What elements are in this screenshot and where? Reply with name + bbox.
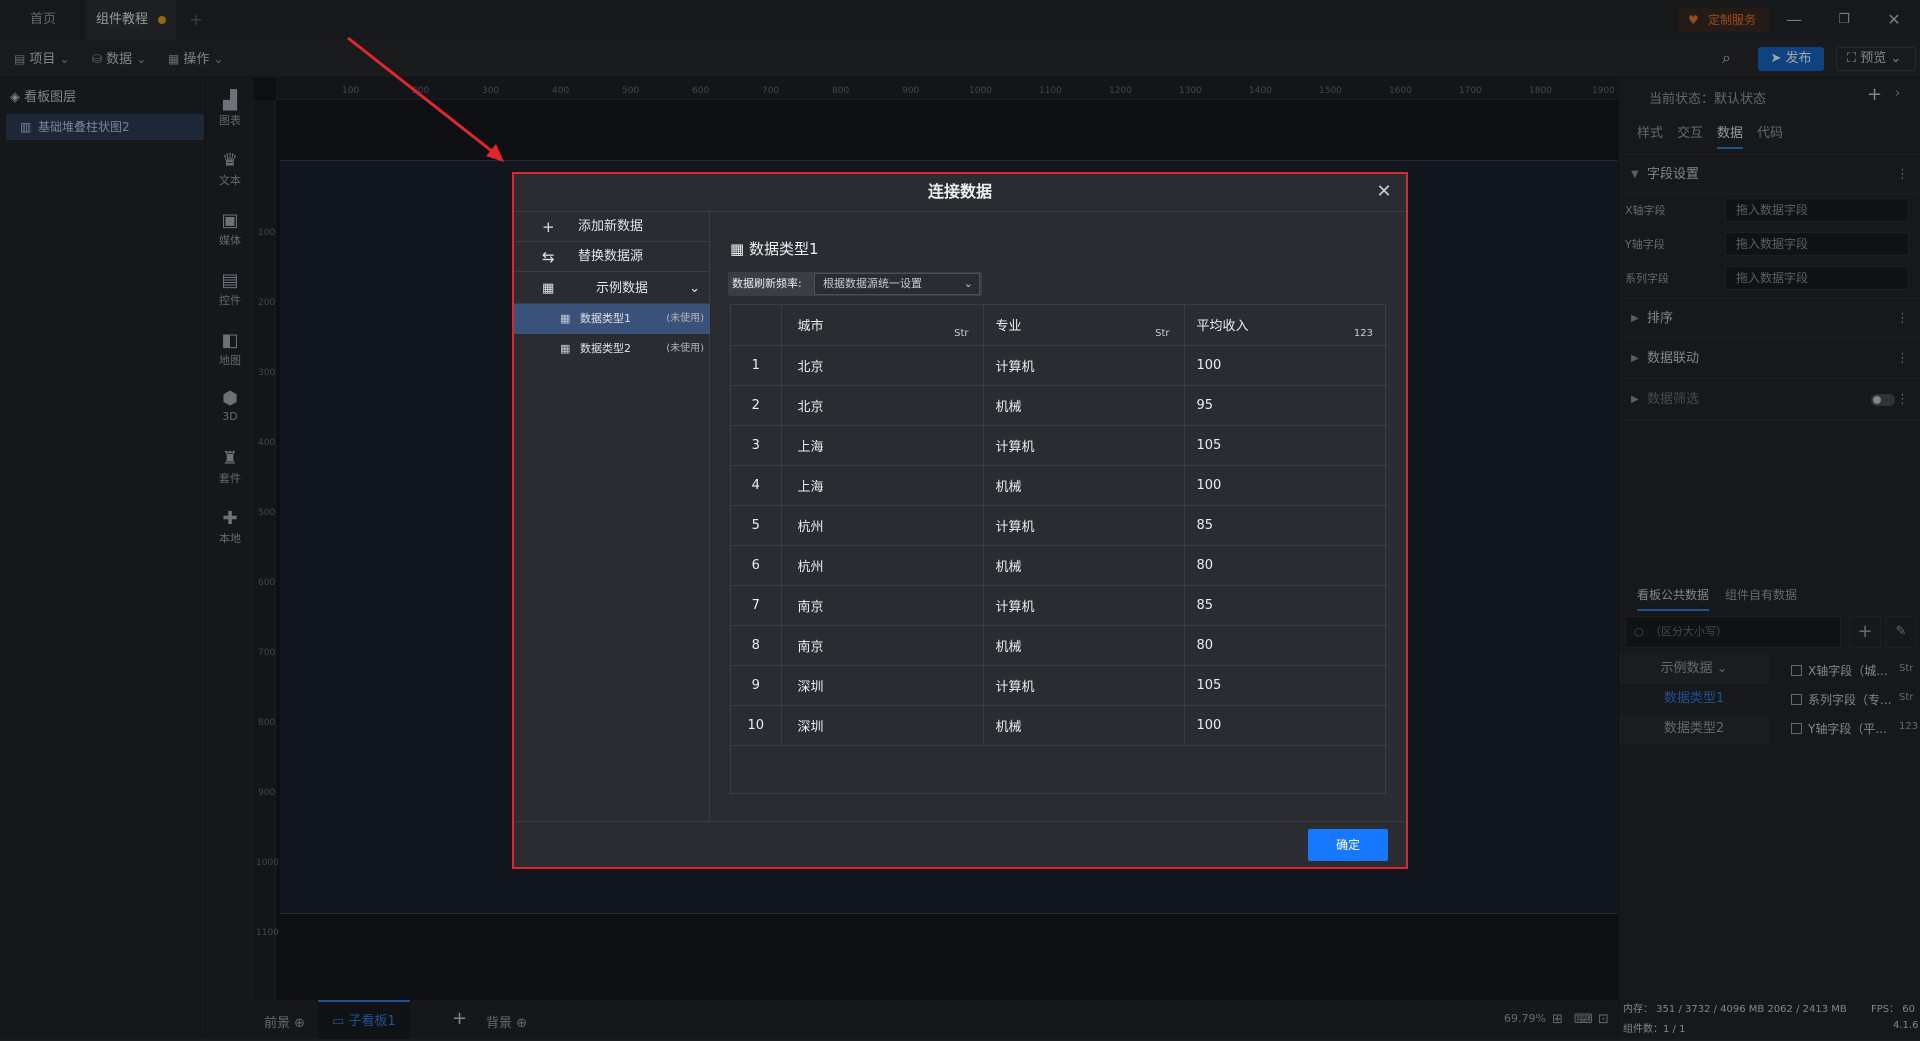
index-header <box>731 305 782 346</box>
income-cell: 100 <box>1184 345 1387 386</box>
add-new-data-button[interactable]: + 添加新数据 <box>514 212 710 242</box>
connect-data-dialog: 连接数据 ✕ + 添加新数据 ⇆ 替换数据源 ▦ 示例数据 ⌄ ▦ 数据类型1 (未使用) … <box>512 172 1408 869</box>
income-cell: 105 <box>1184 425 1387 466</box>
row-index: 7 <box>731 585 782 626</box>
major-cell: 计算机 <box>983 505 1185 546</box>
major-cell: 计算机 <box>983 425 1185 466</box>
income-cell: 95 <box>1184 385 1387 426</box>
major-cell: 机械 <box>983 385 1185 426</box>
example-data-group[interactable]: ▦ 示例数据 ⌄ <box>514 274 710 304</box>
row-index: 1 <box>731 345 782 386</box>
row-index: 2 <box>731 385 782 426</box>
income-cell: 85 <box>1184 505 1387 546</box>
column-header-label: 平均收入 <box>1196 319 1249 335</box>
city-cell: 上海 <box>781 425 984 466</box>
table-row: 7 南京 计算机 85 <box>731 585 1387 626</box>
row-index: 5 <box>731 505 782 546</box>
income-cell: 100 <box>1184 705 1387 746</box>
row-index: 9 <box>731 665 782 706</box>
refresh-frequency-select[interactable]: 根据数据源统一设置 ⌄ <box>814 273 980 295</box>
major-cell: 计算机 <box>983 665 1185 706</box>
column-header-city: 城市 Str <box>781 305 984 346</box>
table-icon: ▦ <box>560 342 571 355</box>
dialog-sidebar: + 添加新数据 ⇆ 替换数据源 ▦ 示例数据 ⌄ ▦ 数据类型1 (未使用) ▦ 数据类型2 (… <box>514 212 710 821</box>
table-row: 1 北京 计算机 100 <box>731 345 1387 386</box>
unused-badge: (未使用) <box>666 343 704 354</box>
table-row: 5 杭州 计算机 85 <box>731 505 1387 546</box>
major-cell: 机械 <box>983 625 1185 666</box>
data-preview-table: 城市 Str 专业 Str 平均收入 123 1 北京 计算机 100 2 北京 机械 95 3上… <box>730 304 1387 794</box>
row-index: 4 <box>731 465 782 506</box>
data-type-1-label: 数据类型1 <box>580 312 631 325</box>
income-cell: 80 <box>1184 625 1387 666</box>
income-cell: 85 <box>1184 585 1387 626</box>
income-cell: 105 <box>1184 665 1387 706</box>
row-index: 6 <box>731 545 782 586</box>
income-cell: 100 <box>1184 465 1387 506</box>
dialog-content: ▦ 数据类型1 数据刷新频率: 根据数据源统一设置 ⌄ 城市 Str 专业 Str 平… <box>710 212 1406 821</box>
major-cell: 计算机 <box>983 345 1185 386</box>
refresh-frequency-value: 根据数据源统一设置 <box>823 277 922 290</box>
add-new-data-label: 添加新数据 <box>578 219 644 234</box>
column-header-income: 平均收入 123 <box>1184 305 1387 346</box>
major-cell: 机械 <box>983 465 1185 506</box>
chevron-down-icon: ⌄ <box>963 277 973 290</box>
replace-datasource-label: 替换数据源 <box>578 249 644 264</box>
income-cell: 80 <box>1184 545 1387 586</box>
table-row: 3 上海 计算机 105 <box>731 425 1387 466</box>
table-row: 6 杭州 机械 80 <box>731 545 1387 586</box>
city-cell: 北京 <box>781 385 984 426</box>
dialog-footer: 确定 <box>514 821 1406 867</box>
annotation-arrow-icon <box>347 36 504 162</box>
table-row: 9 深圳 计算机 105 <box>731 665 1387 706</box>
column-header-major: 专业 Str <box>983 305 1185 346</box>
example-data-label: 示例数据 <box>596 281 649 296</box>
city-cell: 南京 <box>781 625 984 666</box>
row-index: 8 <box>731 625 782 666</box>
major-cell: 机械 <box>983 545 1185 586</box>
table-row: 2 北京 机械 95 <box>731 385 1387 426</box>
refresh-frequency-row: 数据刷新频率: 根据数据源统一设置 ⌄ <box>728 272 982 296</box>
close-icon[interactable]: ✕ <box>1372 180 1396 204</box>
confirm-button[interactable]: 确定 <box>1308 829 1388 861</box>
plus-icon: + <box>542 218 555 236</box>
chevron-down-icon: ⌄ <box>689 281 700 296</box>
city-cell: 深圳 <box>781 705 984 746</box>
unused-badge: (未使用) <box>666 313 704 324</box>
city-cell: 深圳 <box>781 665 984 706</box>
city-cell: 杭州 <box>781 545 984 586</box>
city-cell: 杭州 <box>781 505 984 546</box>
data-type-title-label: 数据类型1 <box>748 240 819 258</box>
table-row: 8 南京 机械 80 <box>731 625 1387 666</box>
data-type-title: ▦ 数据类型1 <box>730 238 819 259</box>
swap-icon: ⇆ <box>542 248 555 266</box>
type-tag: Str <box>954 327 969 339</box>
table-icon: ▦ <box>730 240 749 258</box>
city-cell: 南京 <box>781 585 984 626</box>
city-cell: 北京 <box>781 345 984 386</box>
row-index: 3 <box>731 425 782 466</box>
data-type-2-label: 数据类型2 <box>580 342 631 355</box>
major-cell: 机械 <box>983 705 1185 746</box>
type-tag: 123 <box>1353 327 1373 339</box>
replace-datasource-button[interactable]: ⇆ 替换数据源 <box>514 242 710 272</box>
major-cell: 计算机 <box>983 585 1185 626</box>
type-tag: Str <box>1155 327 1170 339</box>
data-type-2-item[interactable]: ▦ 数据类型2 (未使用) <box>514 334 710 364</box>
dialog-title: 连接数据 <box>514 174 1406 212</box>
table-icon: ▦ <box>542 281 555 296</box>
refresh-frequency-label: 数据刷新频率: <box>732 277 802 290</box>
column-header-label: 城市 <box>797 319 824 335</box>
table-icon: ▦ <box>560 312 571 325</box>
row-index: 10 <box>731 705 782 746</box>
table-row: 4 上海 机械 100 <box>731 465 1387 506</box>
city-cell: 上海 <box>781 465 984 506</box>
table-header-row: 城市 Str 专业 Str 平均收入 123 <box>731 305 1387 346</box>
data-type-1-item[interactable]: ▦ 数据类型1 (未使用) <box>514 304 710 334</box>
column-header-label: 专业 <box>995 319 1022 335</box>
table-row: 10 深圳 机械 100 <box>731 705 1387 746</box>
